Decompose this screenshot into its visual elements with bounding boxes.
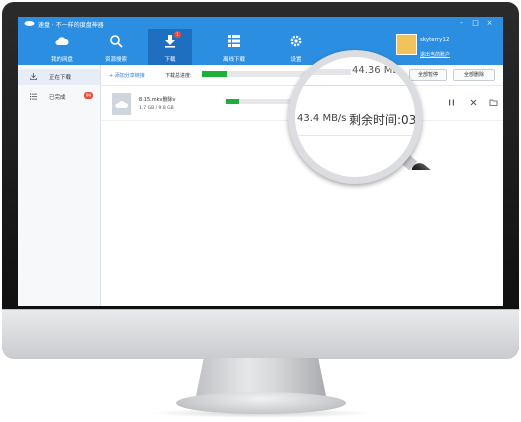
sidebar-item-completed[interactable]: 已完成 99 xyxy=(18,89,100,105)
nav-label: 下载 xyxy=(164,57,176,63)
app-header: 速盘 · 不一样的度盘神器 - □ × 我的网盘 资源搜索 1 下载 离线下载 … xyxy=(18,17,503,65)
nav-label: 我的网盘 xyxy=(50,57,73,63)
completed-badge: 99 xyxy=(84,92,93,99)
download-badge: 1 xyxy=(174,31,181,38)
search-icon xyxy=(110,35,123,48)
pause-all-button[interactable]: 全部暂停 xyxy=(409,69,447,81)
sidebar-item-label: 已完成 xyxy=(49,95,66,101)
close-button[interactable]: × xyxy=(484,19,495,28)
monitor-stand-neck xyxy=(196,358,326,396)
cloud-icon xyxy=(55,37,69,45)
nav-settings[interactable]: 设置 xyxy=(274,29,318,65)
minimize-button[interactable]: - xyxy=(456,19,467,28)
avatar[interactable] xyxy=(396,34,417,55)
file-name: 8.15.mkv删除v xyxy=(139,97,176,103)
folder-icon[interactable] xyxy=(489,98,498,107)
download-progress-bar xyxy=(226,99,296,104)
monitor-chin xyxy=(2,309,519,359)
list-icon xyxy=(30,93,37,100)
app-logo-icon xyxy=(24,21,35,26)
overall-progress-label: 下载总进度: xyxy=(165,73,192,79)
nav-label: 资源搜索 xyxy=(104,57,127,63)
download-progress-fill xyxy=(226,99,239,104)
overall-progress-fill xyxy=(202,71,227,77)
nav-resource-search[interactable]: 资源搜索 xyxy=(94,29,138,65)
lens-divider xyxy=(295,135,415,136)
lens-divider xyxy=(295,85,415,86)
nav-download[interactable]: 1 下载 xyxy=(148,29,192,65)
add-share-link[interactable]: + 添加分享链接 xyxy=(109,72,145,79)
nav-label: 离线下载 xyxy=(222,57,245,63)
nav-label: 设置 xyxy=(290,57,302,63)
sidebar: 正在下载 已完成 99 xyxy=(18,65,101,306)
maximize-button[interactable]: □ xyxy=(470,19,481,28)
download-tray-icon xyxy=(30,73,37,80)
sidebar-item-downloading[interactable]: 正在下载 xyxy=(18,69,100,85)
delete-all-button[interactable]: 全部删除 xyxy=(453,69,495,81)
lens-progress-bar xyxy=(295,69,351,75)
close-icon[interactable] xyxy=(469,98,478,107)
grid-icon xyxy=(228,35,240,47)
nav-my-disk[interactable]: 我的网盘 xyxy=(40,29,84,65)
file-size: 1.7 GB / 9.8 GB xyxy=(139,106,174,111)
lens-download-speed: 43.4 MB/s xyxy=(297,113,347,124)
app-title: 速盘 · 不一样的度盘神器 xyxy=(38,22,104,29)
file-icon xyxy=(112,93,131,115)
logout-link[interactable]: 退出当前账户 xyxy=(420,51,450,58)
monitor-stand-base xyxy=(176,392,346,414)
username: skyterry12 xyxy=(420,37,450,43)
gear-icon xyxy=(290,35,302,47)
nav-offline-download[interactable]: 离线下载 xyxy=(212,29,256,65)
lens-total-speed: 44.36 MB/s xyxy=(352,65,408,76)
pause-icon[interactable] xyxy=(447,98,456,107)
magnifier-lens: 44.36 MB/s 43.4 MB/s 剩余时间:03: xyxy=(295,57,415,177)
sidebar-item-label: 正在下载 xyxy=(49,75,72,81)
lens-remaining-time: 剩余时间:03: xyxy=(349,113,415,127)
